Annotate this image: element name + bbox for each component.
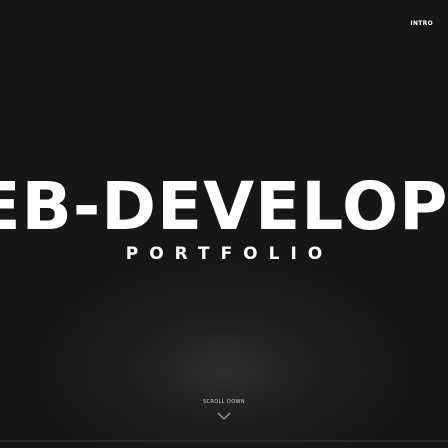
nav-link-intro[interactable]: INTRO [410, 20, 433, 27]
bottom-divider [0, 440, 448, 442]
hero-subtitle: PORTFOLIO [125, 244, 334, 264]
scroll-down-label: SCROLL DOWN [202, 399, 246, 405]
chevron-down-icon [217, 412, 231, 420]
intro-page: INTRO WEB-DEVELOPER PORTFOLIO SCROLL DOW… [0, 0, 448, 448]
scroll-down-button[interactable]: SCROLL DOWN [0, 398, 448, 420]
hero-title: WEB-DEVELOPER [0, 168, 448, 245]
